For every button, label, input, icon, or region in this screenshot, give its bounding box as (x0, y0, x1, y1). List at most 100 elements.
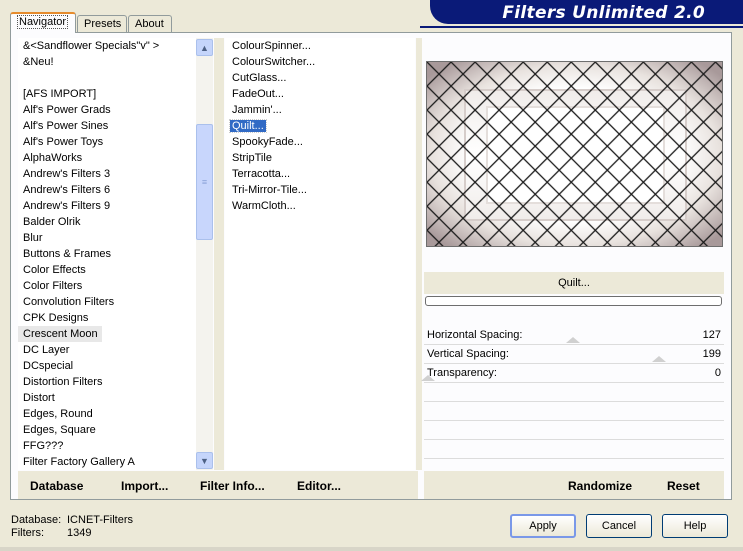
category-item[interactable]: Convolution Filters (18, 294, 196, 310)
banner-title: Filters Unlimited 2.0 (502, 3, 705, 23)
category-list[interactable]: &<Sandflower Specials"v" > &Neu! [AFS IMPO… (18, 38, 196, 470)
reset-button[interactable]: Reset (667, 479, 700, 493)
filter-item[interactable]: ColourSpinner... (225, 38, 415, 54)
category-item[interactable]: Crescent Moon (18, 326, 196, 342)
param-vertical-spacing[interactable]: Vertical Spacing: 199 (424, 345, 724, 364)
tab-navigator[interactable]: Navigator (10, 12, 76, 33)
help-button[interactable]: Help (662, 514, 728, 538)
category-item-label: Distortion Filters (23, 376, 103, 388)
filter-item-label: Terracotta... (232, 168, 291, 180)
filter-info-button[interactable]: Filter Info... (200, 479, 265, 493)
category-item[interactable]: Distortion Filters (18, 374, 196, 390)
category-item[interactable]: Filter Factory Gallery A (18, 454, 196, 470)
filter-item[interactable]: Quilt... (225, 118, 415, 134)
filter-item-label: Quilt... (229, 119, 267, 133)
category-item[interactable]: Alf's Power Sines (18, 118, 196, 134)
category-item[interactable]: &<Sandflower Specials"v" > (18, 38, 196, 54)
selected-filter-name: Quilt... (424, 272, 724, 294)
slider-thumb[interactable] (566, 337, 580, 343)
tab-presets-label: Presets (84, 18, 122, 30)
filter-item[interactable]: Jammin'... (225, 102, 415, 118)
apply-button[interactable]: Apply (510, 514, 576, 538)
category-item[interactable]: Buttons & Frames (18, 246, 196, 262)
filter-list[interactable]: ColourSpinner... ColourSwitcher... CutGlas… (225, 38, 415, 470)
banner-underline (420, 26, 743, 28)
category-item[interactable]: Color Effects (18, 262, 196, 278)
tab-about[interactable]: About (128, 15, 172, 32)
category-item[interactable]: DC Layer (18, 342, 196, 358)
filter-item[interactable]: WarmCloth... (225, 198, 415, 214)
category-item-label: Buttons & Frames (23, 248, 112, 260)
category-item[interactable]: DCspecial (18, 358, 196, 374)
filter-item[interactable]: StripTile (225, 150, 415, 166)
grip-icon: ≡ (201, 177, 208, 187)
filter-item-label: Tri-Mirror-Tile... (232, 184, 307, 196)
category-item[interactable]: FFG??? (18, 438, 196, 454)
slider-thumb[interactable] (421, 375, 435, 381)
randomize-button[interactable]: Randomize (568, 479, 632, 493)
category-item-label: DC Layer (23, 344, 70, 356)
filter-item[interactable]: CutGlass... (225, 70, 415, 86)
chevron-up-icon: ▲ (200, 42, 209, 53)
category-item[interactable]: Balder Olrik (18, 214, 196, 230)
category-item-label: Alf's Power Grads (23, 104, 111, 116)
filter-item[interactable]: SpookyFade... (225, 134, 415, 150)
parameter-toolbar: Randomize Reset (424, 471, 724, 499)
scroll-thumb[interactable]: ≡ (196, 124, 213, 240)
category-scrollbar[interactable]: ▲ ≡ ▼ (196, 38, 213, 470)
filter-item[interactable]: FadeOut... (225, 86, 415, 102)
filter-item[interactable]: Terracotta... (225, 166, 415, 182)
param-transparency[interactable]: Transparency: 0 (421, 364, 724, 383)
editor-button[interactable]: Editor... (297, 479, 341, 493)
preview-image (426, 61, 723, 247)
parameter-panel: Horizontal Spacing: 127 Vertical Spacing… (421, 326, 724, 478)
scroll-up-button[interactable]: ▲ (196, 39, 213, 56)
filter-item-label: SpookyFade... (232, 136, 303, 148)
category-item[interactable]: Color Filters (18, 278, 196, 294)
category-item-label: Color Effects (23, 264, 86, 276)
category-item-label: AlphaWorks (23, 152, 83, 164)
category-item[interactable]: Andrew's Filters 3 (18, 166, 196, 182)
database-button[interactable]: Database (30, 479, 83, 493)
category-item-label: &Neu! (23, 56, 54, 68)
category-item-label: Distort (23, 392, 55, 404)
param-horizontal-spacing[interactable]: Horizontal Spacing: 127 (424, 326, 724, 345)
filter-item[interactable]: ColourSwitcher... (225, 54, 415, 70)
category-item-label: Filter Factory Gallery A (23, 456, 135, 468)
category-item-label: Balder Olrik (23, 216, 81, 228)
category-item[interactable]: &Neu! (18, 54, 196, 70)
category-item-label: Andrew's Filters 9 (23, 200, 111, 212)
filters-label: Filters: (11, 527, 44, 539)
window-edge (0, 547, 743, 551)
category-item[interactable] (18, 70, 196, 86)
slider-thumb[interactable] (652, 356, 666, 362)
category-item[interactable]: Andrew's Filters 9 (18, 198, 196, 214)
param-empty-row (424, 402, 724, 421)
category-item[interactable]: Blur (18, 230, 196, 246)
category-item[interactable]: AlphaWorks (18, 150, 196, 166)
filter-item[interactable]: Tri-Mirror-Tile... (225, 182, 415, 198)
category-item[interactable]: Edges, Round (18, 406, 196, 422)
category-item-label: DCspecial (23, 360, 74, 372)
param-value: 0 (714, 367, 721, 379)
cancel-button[interactable]: Cancel (586, 514, 652, 538)
category-item[interactable]: [AFS IMPORT] (18, 86, 196, 102)
import-button[interactable]: Import... (121, 479, 168, 493)
category-item-label: Crescent Moon (18, 326, 102, 342)
scroll-down-button[interactable]: ▼ (196, 452, 213, 469)
category-item[interactable]: Alf's Power Grads (18, 102, 196, 118)
category-item[interactable]: Andrew's Filters 6 (18, 182, 196, 198)
filters-count: 1349 (67, 527, 92, 539)
chevron-down-icon: ▼ (200, 455, 209, 466)
param-label: Horizontal Spacing: (427, 329, 523, 341)
category-item-label: Andrew's Filters 3 (23, 168, 111, 180)
category-item[interactable]: Alf's Power Toys (18, 134, 196, 150)
category-item-label: Color Filters (23, 280, 83, 292)
category-item-label: Blur (23, 232, 43, 244)
category-item[interactable]: Edges, Square (18, 422, 196, 438)
tab-presets[interactable]: Presets (77, 15, 127, 32)
category-item[interactable]: Distort (18, 390, 196, 406)
category-item-label: CPK Designs (23, 312, 89, 324)
filter-item-label: StripTile (232, 152, 272, 164)
category-item[interactable]: CPK Designs (18, 310, 196, 326)
